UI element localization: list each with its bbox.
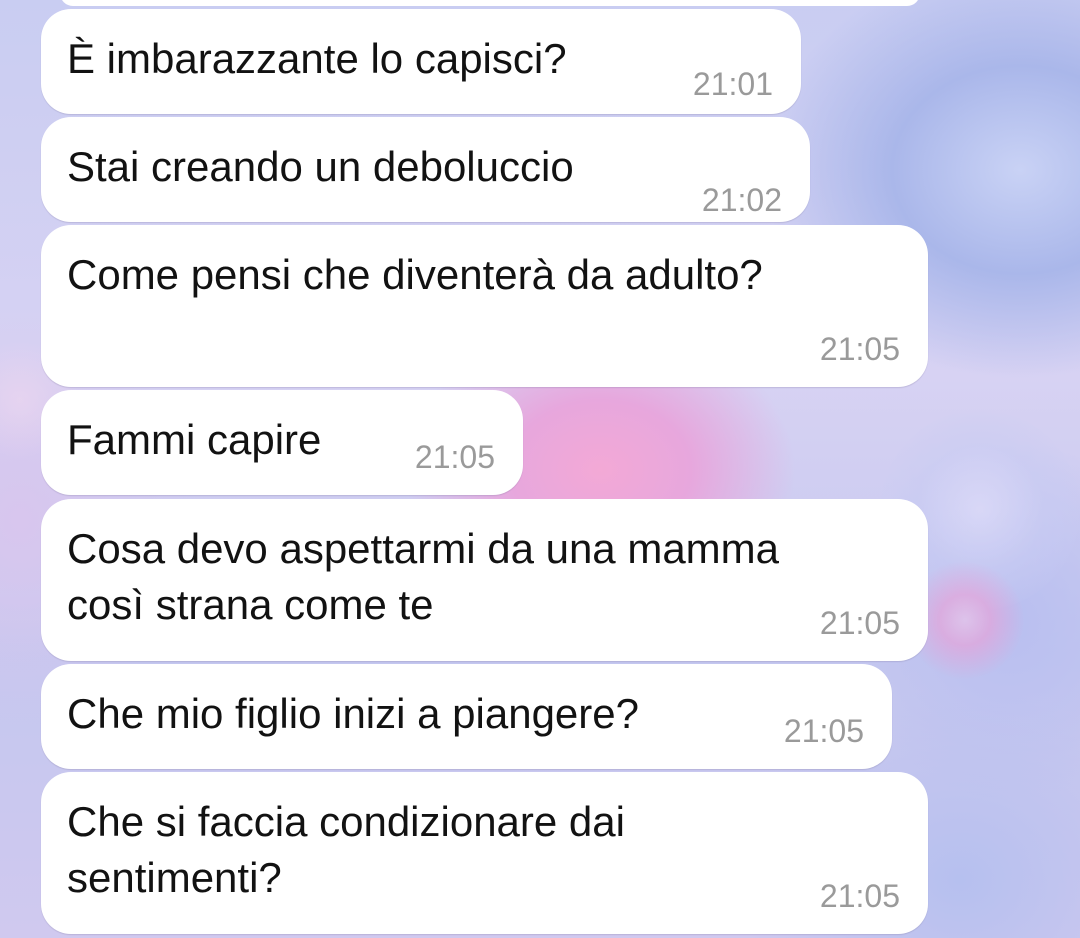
message-text: Che si faccia condizionare dai sentiment… — [67, 798, 625, 901]
message-timestamp: 21:05 — [783, 713, 864, 749]
message-timestamp: 21:05 — [819, 878, 900, 914]
message-text: È imbarazzante lo capisci? — [67, 35, 567, 82]
message-text: Fammi capire — [67, 416, 322, 463]
message-text: Cosa devo aspettarmi da una mamma così s… — [67, 525, 780, 628]
message-bubble[interactable]: È imbarazzante lo capisci? 21:01 — [41, 9, 801, 114]
message-bubble[interactable]: Che mio figlio inizi a piangere? 21:05 — [41, 664, 892, 769]
previous-message-bubble-edge[interactable] — [60, 0, 920, 6]
message-text: Come pensi che diventerà da adulto? — [67, 251, 763, 298]
message-text: Che mio figlio inizi a piangere? — [67, 690, 639, 737]
message-bubble[interactable]: Che si faccia condizionare dai sentiment… — [41, 772, 928, 934]
message-timestamp: 21:01 — [692, 66, 773, 102]
message-bubble[interactable]: Fammi capire 21:05 — [41, 390, 523, 495]
message-timestamp: 21:05 — [414, 439, 495, 475]
message-timestamp: 21:05 — [819, 605, 900, 641]
message-text: Stai creando un deboluccio — [67, 143, 574, 190]
message-bubble[interactable]: Stai creando un deboluccio 21:02 — [41, 117, 810, 222]
message-timestamp: 21:05 — [819, 331, 900, 367]
message-bubble[interactable]: Cosa devo aspettarmi da una mamma così s… — [41, 499, 928, 661]
message-timestamp: 21:02 — [701, 182, 782, 218]
message-bubble[interactable]: Come pensi che diventerà da adulto? 21:0… — [41, 225, 928, 387]
